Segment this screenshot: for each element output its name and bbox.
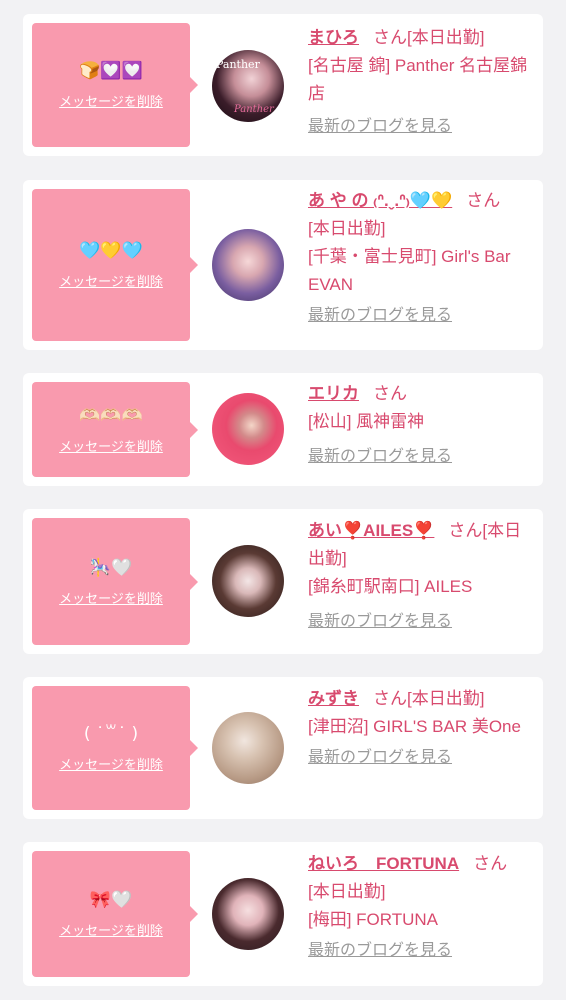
latest-blog-link[interactable]: 最新のブログを見る: [308, 745, 536, 771]
delete-message-link[interactable]: メッセージを削除: [59, 91, 163, 110]
svg-text:Panther: Panther: [233, 104, 275, 115]
status-text: [本日出勤]: [407, 689, 485, 708]
delete-message-link[interactable]: メッセージを削除: [59, 271, 163, 290]
shop-text: [梅田] FORTUNA: [308, 910, 439, 929]
cast-info: エリカ さん [松山] 風神雷神 最新のブログを見る: [308, 380, 536, 470]
shop-text: [千葉・富士見町] Girl's Bar EVAN: [308, 247, 511, 294]
cast-info: まひろ さん[本日出勤] [名古屋 錦] Panther 名古屋錦店 最新のブログ…: [308, 24, 536, 140]
message-emoji: 🫶🏻🫶🏻🫶🏻: [79, 405, 143, 426]
latest-blog-link[interactable]: 最新のブログを見る: [308, 938, 536, 964]
avatar[interactable]: [212, 878, 284, 950]
cast-name-link[interactable]: ねいろ FORTUNA: [308, 854, 459, 873]
message-emoji: 🎠🤍: [89, 557, 133, 578]
status-text: [本日出勤]: [407, 28, 485, 47]
honorific: さん: [373, 28, 407, 47]
delete-message-link[interactable]: メッセージを削除: [59, 920, 163, 939]
latest-blog-link[interactable]: 最新のブログを見る: [308, 303, 536, 329]
message-bubble: 🫶🏻🫶🏻🫶🏻 メッセージを削除: [32, 382, 198, 477]
message-card: 🍞💟💟 メッセージを削除 Panther Panther まひろ さん[本日出勤]…: [23, 14, 543, 156]
latest-blog-link[interactable]: 最新のブログを見る: [308, 609, 536, 635]
honorific: さん: [373, 689, 407, 708]
cast-info: あ や の ₍ᐢ.ˬ.ᐢ₎🩵💛 さん [本日出勤] [千葉・富士見町] Girl'…: [308, 187, 536, 329]
shop-text: [津田沼] GIRL'S BAR 美One: [308, 717, 521, 736]
message-card: ( ˙꒳˙ ) メッセージを削除 みずき さん[本日出勤] [津田沼] GIRL'…: [23, 677, 543, 819]
avatar[interactable]: Panther Panther: [212, 50, 284, 122]
status-text: [本日出勤]: [308, 882, 386, 901]
shop-text: [名古屋 錦] Panther 名古屋錦店: [308, 56, 528, 103]
svg-text:Panther: Panther: [216, 58, 261, 71]
honorific: さん: [473, 854, 508, 873]
avatar-image: Panther Panther: [216, 58, 275, 115]
latest-blog-link[interactable]: 最新のブログを見る: [308, 444, 536, 470]
message-card: 🩵💛🩵 メッセージを削除 あ や の ₍ᐢ.ˬ.ᐢ₎🩵💛 さん [本日出勤] [千…: [23, 180, 543, 350]
shop-text: [松山] 風神雷神: [308, 412, 425, 431]
avatar[interactable]: [212, 229, 284, 301]
cast-name-link[interactable]: エリカ: [308, 384, 359, 403]
cast-name-link[interactable]: みずき: [308, 689, 359, 708]
message-card: 🫶🏻🫶🏻🫶🏻 メッセージを削除 エリカ さん [松山] 風神雷神 最新のブログを見…: [23, 373, 543, 486]
message-emoji: 🎀🤍: [89, 890, 133, 910]
avatar[interactable]: [212, 712, 284, 784]
cast-info: ねいろ FORTUNA さん [本日出勤] [梅田] FORTUNA 最新のブログ…: [308, 850, 536, 964]
delete-message-link[interactable]: メッセージを削除: [59, 588, 163, 607]
avatar[interactable]: [212, 545, 284, 617]
message-card: 🎠🤍 メッセージを削除 あい❣️AILES❣️ さん[本日出勤] [錦糸町駅南口]…: [23, 509, 543, 654]
message-bubble: 🍞💟💟 メッセージを削除: [32, 23, 198, 147]
message-emoji: ( ˙꒳˙ ): [83, 724, 139, 744]
honorific: さん: [373, 384, 407, 403]
latest-blog-link[interactable]: 最新のブログを見る: [308, 114, 536, 140]
delete-message-link[interactable]: メッセージを削除: [59, 436, 163, 455]
message-emoji: 🍞💟💟: [79, 61, 143, 81]
message-bubble: 🎀🤍 メッセージを削除: [32, 851, 198, 977]
message-bubble: ( ˙꒳˙ ) メッセージを削除: [32, 686, 198, 810]
avatar[interactable]: [212, 393, 284, 465]
cast-name-link[interactable]: あ や の ₍ᐢ.ˬ.ᐢ₎🩵💛: [308, 191, 452, 210]
message-emoji: 🩵💛🩵: [79, 241, 143, 261]
status-text: [本日出勤]: [308, 219, 386, 238]
honorific: さん: [466, 191, 501, 210]
shop-text: [錦糸町駅南口] AILES: [308, 577, 473, 596]
delete-message-link[interactable]: メッセージを削除: [59, 754, 163, 773]
cast-info: あい❣️AILES❣️ さん[本日出勤] [錦糸町駅南口] AILES 最新のブロ…: [308, 517, 536, 635]
message-card: 🎀🤍 メッセージを削除 ねいろ FORTUNA さん [本日出勤] [梅田] FO…: [23, 842, 543, 986]
message-bubble: 🎠🤍 メッセージを削除: [32, 518, 198, 645]
message-bubble: 🩵💛🩵 メッセージを削除: [32, 189, 198, 341]
honorific: さん: [448, 521, 483, 540]
cast-name-link[interactable]: まひろ: [308, 28, 359, 47]
cast-name-link[interactable]: あい❣️AILES❣️: [308, 521, 434, 540]
cast-info: みずき さん[本日出勤] [津田沼] GIRL'S BAR 美One 最新のブログ…: [308, 685, 536, 771]
